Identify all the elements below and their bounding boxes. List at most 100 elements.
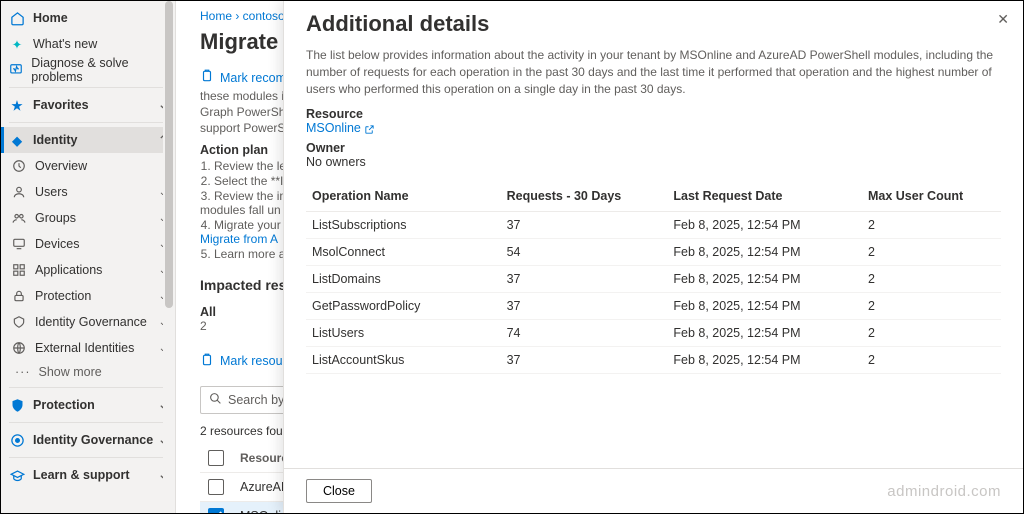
users-icon — [11, 184, 27, 200]
op-last: Feb 8, 2025, 12:54 PM — [667, 293, 862, 320]
ops-row: MsolConnect 54 Feb 8, 2025, 12:54 PM 2 — [306, 239, 1001, 266]
sidebar: Home ✦ What's new Diagnose & solve probl… — [1, 1, 176, 513]
close-icon[interactable]: ✕ — [997, 11, 1009, 28]
nav-show-more[interactable]: ··· Show more — [1, 361, 175, 383]
panel-title: Additional details — [306, 11, 1001, 37]
panel-body: ✕ Additional details The list below prov… — [284, 1, 1023, 468]
owner-value: No owners — [306, 155, 1001, 169]
diagnose-icon — [9, 62, 23, 78]
op-last: Feb 8, 2025, 12:54 PM — [667, 320, 862, 347]
sidebar-scrollbar[interactable] — [163, 1, 175, 513]
op-last: Feb 8, 2025, 12:54 PM — [667, 212, 862, 239]
learn-icon — [9, 467, 25, 483]
nav-diagnose[interactable]: Diagnose & solve problems — [1, 57, 175, 83]
external-link-icon — [364, 121, 375, 135]
op-max: 2 — [862, 239, 1001, 266]
nav-diagnose-label: Diagnose & solve problems — [31, 56, 167, 84]
op-last: Feb 8, 2025, 12:54 PM — [667, 266, 862, 293]
op-req: 37 — [501, 266, 668, 293]
col-last-request[interactable]: Last Request Date — [667, 181, 862, 212]
nav-protection-sub-label: Protection — [35, 289, 91, 303]
checkbox-row[interactable] — [208, 479, 224, 495]
search-placeholder: Search by I — [228, 393, 291, 407]
ellipsis-icon: ··· — [15, 365, 31, 379]
nav-learn[interactable]: Learn & support ⌄ — [1, 462, 175, 488]
op-name: ListDomains — [306, 266, 501, 293]
search-icon — [209, 392, 222, 408]
identity-icon: ◆ — [9, 132, 25, 148]
nav-identity-governance[interactable]: Identity Governance ⌄ — [1, 427, 175, 453]
divider — [9, 422, 167, 423]
operations-table: Operation Name Requests - 30 Days Last R… — [306, 181, 1001, 374]
owner-label: Owner — [306, 141, 1001, 155]
op-last: Feb 8, 2025, 12:54 PM — [667, 239, 862, 266]
nav-external-label: External Identities — [35, 341, 134, 355]
scrollbar-thumb[interactable] — [165, 1, 173, 308]
details-panel: ✕ Additional details The list below prov… — [283, 1, 1023, 513]
op-req: 37 — [501, 347, 668, 374]
nav-groups[interactable]: Groups ⌄ — [1, 205, 175, 231]
op-req: 74 — [501, 320, 668, 347]
ops-row: ListSubscriptions 37 Feb 8, 2025, 12:54 … — [306, 212, 1001, 239]
op-req: 37 — [501, 293, 668, 320]
op-name: ListAccountSkus — [306, 347, 501, 374]
nav-protection[interactable]: Protection ⌄ — [1, 392, 175, 418]
nav-learn-label: Learn & support — [33, 468, 130, 482]
ops-header-row: Operation Name Requests - 30 Days Last R… — [306, 181, 1001, 212]
ops-row: ListUsers 74 Feb 8, 2025, 12:54 PM 2 — [306, 320, 1001, 347]
nav-home-label: Home — [33, 11, 68, 25]
divider — [9, 122, 167, 123]
nav-devices[interactable]: Devices ⌄ — [1, 231, 175, 257]
shield-icon — [9, 397, 25, 413]
nav-whats-new-label: What's new — [33, 37, 97, 51]
op-req: 37 — [501, 212, 668, 239]
close-button[interactable]: Close — [306, 479, 372, 503]
devices-icon — [11, 236, 27, 252]
op-name: ListUsers — [306, 320, 501, 347]
nav-protection-sub[interactable]: Protection ⌄ — [1, 283, 175, 309]
nav-users-label: Users — [35, 185, 68, 199]
nav-identity[interactable]: ◆ Identity ⌃ — [1, 127, 175, 153]
nav-whats-new[interactable]: ✦ What's new — [1, 31, 175, 57]
clipboard-icon — [200, 69, 214, 86]
panel-footer: Close admindroid.com — [284, 468, 1023, 513]
col-max-users[interactable]: Max User Count — [862, 181, 1001, 212]
migrate-link[interactable]: Migrate from A — [200, 232, 278, 246]
nav-users[interactable]: Users ⌄ — [1, 179, 175, 205]
ops-row: GetPasswordPolicy 37 Feb 8, 2025, 12:54 … — [306, 293, 1001, 320]
op-last: Feb 8, 2025, 12:54 PM — [667, 347, 862, 374]
divider — [9, 387, 167, 388]
ops-row: ListDomains 37 Feb 8, 2025, 12:54 PM 2 — [306, 266, 1001, 293]
nav-external[interactable]: External Identities ⌄ — [1, 335, 175, 361]
nav-show-more-label: Show more — [39, 365, 102, 379]
checkbox-row-checked[interactable] — [208, 508, 224, 513]
op-name: GetPasswordPolicy — [306, 293, 501, 320]
nav-groups-label: Groups — [35, 211, 76, 225]
watermark: admindroid.com — [887, 483, 1001, 500]
nav-home[interactable]: Home — [1, 5, 175, 31]
nav-protection-label: Protection — [33, 398, 95, 412]
nav-favorites[interactable]: ★ Favorites ⌄ — [1, 92, 175, 118]
nav-overview[interactable]: Overview — [1, 153, 175, 179]
col-operation-name[interactable]: Operation Name — [306, 181, 501, 212]
nav-governance-sub-label: Identity Governance — [35, 315, 147, 329]
tab-all-count: 2 — [200, 319, 207, 333]
panel-description: The list below provides information abou… — [306, 47, 1001, 97]
governance-icon — [9, 432, 25, 448]
op-name: MsolConnect — [306, 239, 501, 266]
nav-applications[interactable]: Applications ⌄ — [1, 257, 175, 283]
governance-icon — [11, 314, 27, 330]
nav-identity-label: Identity — [33, 133, 77, 147]
op-max: 2 — [862, 293, 1001, 320]
overview-icon — [11, 158, 27, 174]
lock-icon — [11, 288, 27, 304]
nav-governance-sub[interactable]: Identity Governance ⌄ — [1, 309, 175, 335]
nav-favorites-label: Favorites — [33, 98, 89, 112]
resource-value: MSOnline — [306, 121, 361, 135]
checkbox-all[interactable] — [208, 450, 224, 466]
resource-link[interactable]: MSOnline — [306, 121, 1001, 135]
col-requests[interactable]: Requests - 30 Days — [501, 181, 668, 212]
divider — [9, 87, 167, 88]
nav-identity-governance-label: Identity Governance — [33, 433, 153, 447]
op-max: 2 — [862, 320, 1001, 347]
